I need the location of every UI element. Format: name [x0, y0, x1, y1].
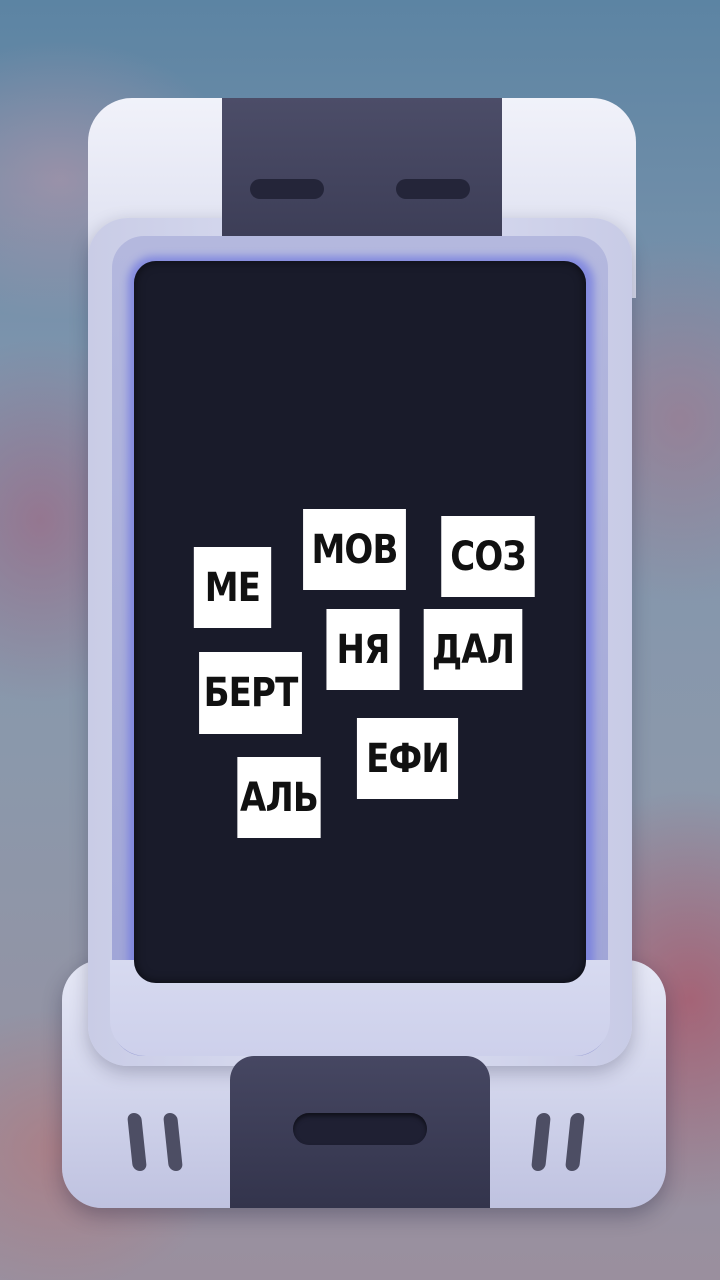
- top-slot-right: [396, 179, 470, 199]
- syllable-tile-bert[interactable]: БЕРТ: [199, 652, 302, 734]
- syllable-tile-efi[interactable]: ЕФИ: [356, 718, 459, 799]
- syllable-tile-me[interactable]: МЕ: [193, 547, 272, 628]
- syllable-tile-nya[interactable]: НЯ: [326, 609, 400, 690]
- syllable-tile-soz[interactable]: СОЗ: [441, 516, 535, 597]
- game-scene: МЕ МОВ СОЗ НЯ ДАЛ БЕРТ ЕФИ АЛЬ: [0, 0, 720, 1280]
- top-slot-left: [250, 179, 324, 199]
- bottom-slot: [293, 1113, 427, 1145]
- syllable-tile-dal[interactable]: ДАЛ: [423, 609, 523, 690]
- syllable-tile-mov[interactable]: МОВ: [303, 509, 406, 590]
- syllable-tile-al[interactable]: АЛЬ: [237, 757, 321, 838]
